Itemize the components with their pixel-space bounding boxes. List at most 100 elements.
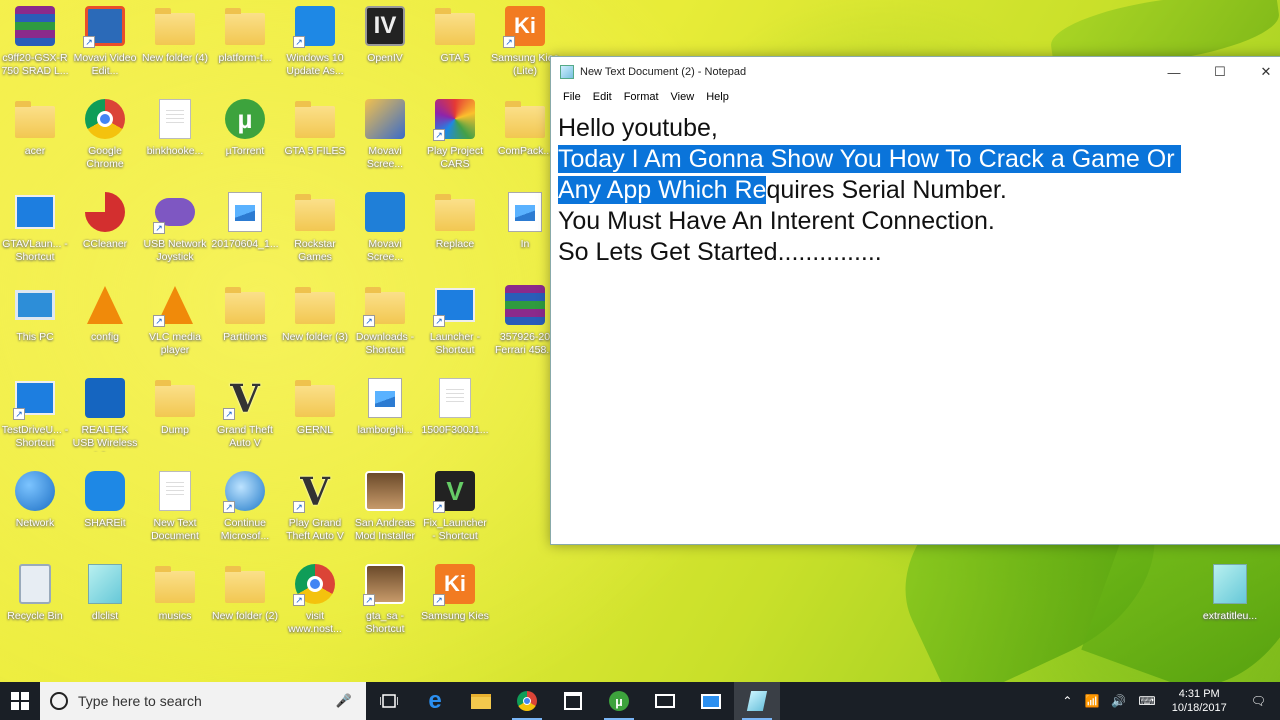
shortcut-arrow-icon: ↗ [83, 36, 95, 48]
desktop-icon[interactable]: ↗ Continue Microsof... [210, 465, 280, 553]
taskbar-store[interactable] [550, 682, 596, 720]
desktop-icon[interactable]: GTA 5 FILES [280, 93, 350, 181]
desktop-icon[interactable]: Google Chrome [70, 93, 140, 181]
desktop-icon[interactable]: San Andreas Mod Installer [350, 465, 420, 553]
desktop-icon[interactable]: V ↗ Grand Theft Auto V [210, 372, 280, 460]
desktop-icon[interactable]: ↗ gta_sa - Shortcut [350, 558, 420, 646]
clock[interactable]: 4:31 PM 10/18/2017 [1162, 687, 1237, 715]
folder-icon [223, 283, 267, 327]
taskbar-search-box[interactable]: Type here to search 🎤 [40, 682, 366, 720]
desktop-icon[interactable]: GTAVLaun... - Shortcut [0, 186, 70, 274]
text-line: So Lets Get Started............... [558, 238, 882, 266]
desktop-icon[interactable]: Replace [420, 186, 490, 274]
desktop-icon[interactable]: This PC [0, 279, 70, 367]
desktop-icon[interactable]: Movavi Scree... [350, 186, 420, 274]
menu-edit[interactable]: Edit [587, 91, 618, 103]
desktop-icon[interactable]: binkhooke... [140, 93, 210, 181]
desktop-icon[interactable]: dlclist [70, 558, 140, 646]
taskbar-chrome[interactable] [504, 682, 550, 720]
show-hidden-icons-chevron-up-icon[interactable]: ⌃ [1056, 694, 1078, 708]
shortcut-arrow-icon: ↗ [503, 36, 515, 48]
folder-icon [503, 97, 547, 141]
desktop-icon[interactable]: ↗ Movavi Video Edit... [70, 0, 140, 88]
desktop-icon[interactable]: extratitleu... [1195, 558, 1265, 646]
desktop-icon[interactable]: musics [140, 558, 210, 646]
desktop-icon[interactable]: CCleaner [70, 186, 140, 274]
shortcut-arrow-icon: ↗ [293, 501, 305, 513]
text-line: Hello youtube, [558, 114, 718, 142]
desktop-icon[interactable]: ↗ TestDriveU... - Shortcut [0, 372, 70, 460]
notepad-title: New Text Document (2) - Notepad [580, 66, 747, 78]
desktop-icon[interactable]: New Text Document [140, 465, 210, 553]
maximize-button[interactable]: ☐ [1197, 57, 1243, 87]
desktop-icon[interactable]: ↗ visit www.nost... [280, 558, 350, 646]
desktop-icon[interactable]: ↗ Launcher - Shortcut [420, 279, 490, 367]
desktop-icon[interactable]: Network [0, 465, 70, 553]
menu-format[interactable]: Format [618, 91, 665, 103]
desktop-icon[interactable]: V ↗ Fix_Launcher - Shortcut [420, 465, 490, 553]
desktop-icon-label: Grand Theft Auto V [217, 424, 273, 449]
desktop-icon[interactable]: c9ff20-GSX-R 750 SRAD L... [0, 0, 70, 88]
desktop-icon[interactable]: Ki ↗ Samsung Kies [420, 558, 490, 646]
desktop-icon[interactable]: IV OpenIV [350, 0, 420, 88]
taskbar-file-explorer[interactable] [458, 682, 504, 720]
desktop-icon[interactable]: V ↗ Play Grand Theft Auto V [280, 465, 350, 553]
taskbar-notepad[interactable] [734, 682, 780, 720]
desktop-icon-label: GTA 5 FILES [284, 145, 346, 157]
desktop-icon[interactable]: acer [0, 93, 70, 181]
menu-view[interactable]: View [665, 91, 701, 103]
taskbar-mail[interactable] [642, 682, 688, 720]
folder-icon [153, 562, 197, 606]
chrome-icon [83, 97, 127, 141]
desktop-icon[interactable]: config [70, 279, 140, 367]
language-icon[interactable]: ⌨ [1132, 694, 1161, 708]
notepad-titlebar[interactable]: New Text Document (2) - Notepad — ☐ ✕ [551, 57, 1280, 87]
task-view-button[interactable] [366, 682, 412, 720]
microphone-icon[interactable]: 🎤 [336, 693, 352, 709]
desktop-icon[interactable]: ↗ USB Network Joystick [140, 186, 210, 274]
desktop-icon[interactable]: ↗ Windows 10 Update As... [280, 0, 350, 88]
start-button[interactable] [0, 682, 40, 720]
desktop-icon[interactable]: New folder (4) [140, 0, 210, 88]
desktop-icon[interactable]: Dump [140, 372, 210, 460]
minimize-button[interactable]: — [1151, 57, 1197, 87]
desktop-icon[interactable]: SHAREit [70, 465, 140, 553]
desktop-icon[interactable]: GTA 5 [420, 0, 490, 88]
folder-icon [293, 376, 337, 420]
desktop-icon[interactable]: µ µTorrent [210, 93, 280, 181]
desktop-icon[interactable]: ↗ VLC media player [140, 279, 210, 367]
desktop-icon[interactable]: New folder (3) [280, 279, 350, 367]
menu-file[interactable]: File [557, 91, 587, 103]
desktop-icon[interactable]: Movavi Scree... [350, 93, 420, 181]
desktop-icon[interactable]: ↗ Downloads - Shortcut [350, 279, 420, 367]
notepad-window[interactable]: New Text Document (2) - Notepad — ☐ ✕ Fi… [550, 56, 1280, 545]
desktop-icon[interactable]: GERNL [280, 372, 350, 460]
desktop-icon[interactable]: New folder (2) [210, 558, 280, 646]
desktop-icon[interactable]: 20170604_1... [210, 186, 280, 274]
desktop-icon[interactable]: Partitions [210, 279, 280, 367]
taskbar-remote-desktop[interactable] [688, 682, 734, 720]
close-button[interactable]: ✕ [1243, 57, 1280, 87]
desktop-icon-label: Rockstar Games [294, 238, 336, 263]
desktop-icon[interactable]: ↗ Play Project CARS [420, 93, 490, 181]
desktop-icon[interactable]: lamborghi... [350, 372, 420, 460]
desktop-icon-label: USB Network Joystick [143, 238, 207, 263]
movavi2-icon [363, 97, 407, 141]
taskbar-utorrent[interactable]: µ [596, 682, 642, 720]
menu-help[interactable]: Help [700, 91, 735, 103]
folder-icon [471, 693, 491, 709]
cortana-icon [50, 692, 68, 710]
photo-icon [363, 469, 407, 513]
desktop-icon[interactable]: Recycle Bin [0, 558, 70, 646]
desktop-icon-label: Continue Microsof... [220, 517, 270, 542]
notepad-text-area[interactable]: Hello youtube, Today I Am Gonna Show You … [551, 107, 1280, 268]
desktop-icon[interactable]: Rockstar Games [280, 186, 350, 274]
network-icon[interactable]: 📶 [1078, 694, 1105, 708]
desktop-icon[interactable]: platform-t... [210, 0, 280, 88]
notifications-icon[interactable]: 🗨 [1237, 694, 1280, 708]
desktop-icon[interactable]: REALTEK USB Wireless LA... [70, 372, 140, 460]
desktop-icon[interactable]: 1500F300J1... [420, 372, 490, 460]
volume-icon[interactable]: 🔊 [1105, 694, 1132, 708]
taskbar-edge[interactable]: e [412, 682, 458, 720]
desktop-icon-label: GERNL [296, 424, 334, 436]
